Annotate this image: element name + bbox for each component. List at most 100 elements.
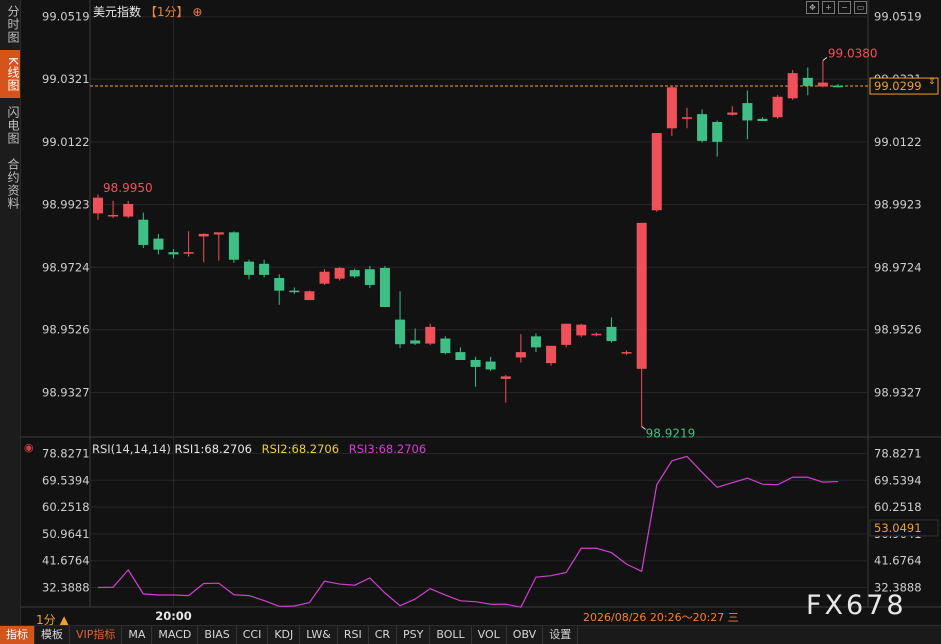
tab-indicators[interactable]: 指标 bbox=[0, 626, 35, 644]
price-tick-right: 98.9724 bbox=[874, 260, 922, 274]
cursor-timestamp: 2026/08/26 20:26～20:27 三 bbox=[581, 609, 741, 625]
tab-templates[interactable]: 模板 bbox=[35, 626, 70, 644]
candle-body bbox=[515, 352, 526, 358]
candle-body bbox=[772, 96, 783, 118]
candle-body bbox=[108, 214, 119, 217]
candle-body bbox=[395, 319, 406, 345]
rsi-legend: RSI(14,14,14) RSI1:68.2706 RSI2:68.2706 … bbox=[92, 442, 426, 456]
rsi-tick-left: 69.5394 bbox=[42, 473, 90, 487]
kline-chart[interactable]: 99.051999.051999.032199.032199.012299.01… bbox=[0, 0, 941, 625]
candle-body bbox=[259, 263, 270, 275]
tab-vip-indicators[interactable]: VIP指标 bbox=[70, 626, 123, 644]
candle-body bbox=[440, 338, 451, 354]
price-tick-left: 99.0321 bbox=[42, 72, 90, 86]
rsi-settings-icon[interactable]: ◉ bbox=[24, 441, 34, 454]
candle-body bbox=[123, 203, 134, 217]
price-tick-right: 98.9327 bbox=[874, 385, 922, 399]
tab-boll[interactable]: BOLL bbox=[430, 626, 472, 644]
candle-body bbox=[606, 326, 617, 342]
left-extreme-label: 98.9950 bbox=[103, 181, 153, 195]
price-tick-right: 98.9526 bbox=[874, 323, 922, 337]
rsi-tick-right: 78.8271 bbox=[874, 446, 922, 460]
tab-rsi[interactable]: RSI bbox=[338, 626, 369, 644]
candle-body bbox=[636, 222, 647, 369]
indicator-tab-bar: 指标 模板 VIP指标 MA MACD BIAS CCI KDJ LW& RSI… bbox=[0, 625, 941, 644]
instrument-title: 美元指数 bbox=[93, 5, 142, 19]
chart-toolbar: ✥ + − ▭ bbox=[806, 1, 867, 14]
price-tick-left: 99.0519 bbox=[42, 10, 90, 24]
chart-title-bar: 美元指数 【1分】 ⊕ bbox=[93, 3, 202, 20]
candle-body bbox=[334, 267, 345, 279]
candle-body bbox=[787, 73, 798, 99]
period-label[interactable]: 【1分】 bbox=[145, 5, 189, 19]
rsi-tick-right: 69.5394 bbox=[874, 473, 922, 487]
candle-body bbox=[712, 121, 723, 142]
watermark-logo: FX678 bbox=[806, 590, 907, 621]
current-price-value: 99.0299 bbox=[874, 79, 922, 93]
candle-body bbox=[621, 352, 632, 354]
candle-body bbox=[727, 112, 738, 115]
high-price-label: 99.0380 bbox=[828, 47, 878, 61]
price-tick-left: 98.9526 bbox=[42, 323, 90, 337]
candle-body bbox=[817, 82, 828, 87]
price-tick-left: 98.9923 bbox=[42, 198, 90, 212]
tab-cr[interactable]: CR bbox=[369, 626, 398, 644]
candle-body bbox=[561, 323, 572, 345]
candle-body bbox=[289, 290, 300, 293]
rsi-tick-left: 41.6764 bbox=[42, 554, 90, 568]
rsi3-legend: RSI3:68.2706 bbox=[348, 442, 427, 456]
candle-body bbox=[153, 238, 164, 250]
candle-body bbox=[410, 340, 421, 344]
candle-body bbox=[93, 197, 103, 214]
price-tick-left: 99.0122 bbox=[42, 135, 90, 149]
zoom-out-icon[interactable]: − bbox=[838, 1, 851, 14]
candle-body bbox=[833, 85, 843, 88]
tab-bias[interactable]: BIAS bbox=[198, 626, 237, 644]
price-tick-right: 99.0122 bbox=[874, 135, 922, 149]
tab-obv[interactable]: OBV bbox=[507, 626, 544, 644]
candle-body bbox=[485, 361, 496, 370]
candle-body bbox=[244, 261, 255, 275]
tab-settings[interactable]: 设置 bbox=[543, 626, 579, 644]
candle-body bbox=[576, 324, 587, 336]
low-price-label: 98.9219 bbox=[646, 426, 696, 440]
tab-vol[interactable]: VOL bbox=[472, 626, 507, 644]
rsi-tick-left: 60.2518 bbox=[42, 500, 90, 514]
candle-body bbox=[228, 232, 239, 260]
candle-body bbox=[681, 117, 692, 119]
candle-body bbox=[651, 133, 662, 211]
rsi2-legend: RSI2:68.2706 bbox=[261, 442, 340, 456]
rsi-legend-title: RSI(14,14,14) bbox=[92, 442, 171, 456]
price-tick-right: 99.0519 bbox=[874, 10, 922, 24]
rsi-tick-left: 78.8271 bbox=[42, 446, 90, 460]
candle-body bbox=[274, 278, 285, 291]
tab-kdj[interactable]: KDJ bbox=[268, 626, 301, 644]
candle-body bbox=[425, 326, 436, 344]
tab-lw[interactable]: LW& bbox=[300, 626, 338, 644]
rsi-tick-right: 60.2518 bbox=[874, 500, 922, 514]
candle-body bbox=[591, 333, 602, 336]
add-indicator-icon[interactable]: ⊕ bbox=[192, 5, 202, 19]
tab-macd[interactable]: MACD bbox=[152, 626, 199, 644]
candle-body bbox=[500, 376, 511, 379]
current-price-arrow-icon: ⇕ bbox=[928, 77, 936, 87]
candle-body bbox=[742, 103, 753, 121]
price-tick-right: 98.9923 bbox=[874, 198, 922, 212]
tab-cci[interactable]: CCI bbox=[237, 626, 269, 644]
price-tick-left: 98.9327 bbox=[42, 385, 90, 399]
candle-body bbox=[168, 252, 179, 255]
rsi-tick-right: 41.6764 bbox=[874, 554, 922, 568]
tab-ma[interactable]: MA bbox=[122, 626, 153, 644]
candle-body bbox=[349, 270, 360, 277]
crosshair-icon[interactable]: ✥ bbox=[806, 1, 819, 14]
zoom-in-icon[interactable]: + bbox=[822, 1, 835, 14]
candle-body bbox=[546, 345, 557, 364]
candle-body bbox=[319, 271, 330, 284]
candle-body bbox=[183, 252, 194, 254]
candle-body bbox=[697, 114, 708, 141]
fullscreen-icon[interactable]: ▭ bbox=[854, 1, 867, 14]
candle-body bbox=[379, 267, 390, 308]
rsi-current-value: 53.0491 bbox=[874, 521, 922, 535]
tab-psy[interactable]: PSY bbox=[397, 626, 431, 644]
candle-body bbox=[304, 291, 315, 301]
